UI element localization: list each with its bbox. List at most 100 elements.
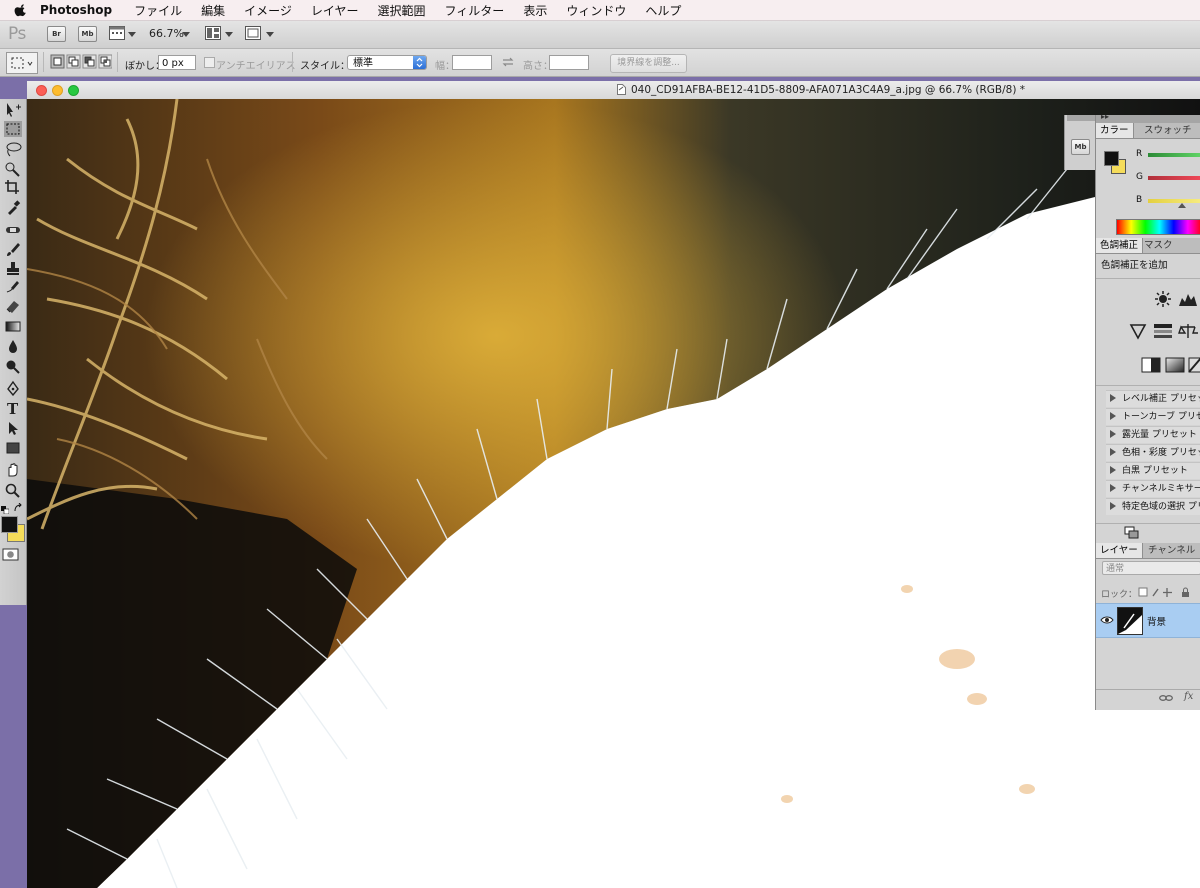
menu-window[interactable]: ウィンドウ <box>566 2 626 19</box>
mini-bridge-panel-button[interactable]: Mb <box>1071 139 1090 155</box>
chevron-down-icon[interactable] <box>182 32 190 37</box>
feather-input[interactable]: 0 px <box>158 55 196 70</box>
preset-levels[interactable]: レベル補正 プリセット <box>1106 390 1200 407</box>
disclosure-triangle-icon <box>1110 448 1116 456</box>
document-title: 040_CD91AFBA-BE12-41D5-8809-AFA071A3C4A9… <box>631 84 1026 96</box>
preset-exposure[interactable]: 露光量 プリセット <box>1106 426 1200 443</box>
marquee-tool-icon[interactable] <box>4 121 22 137</box>
svg-text:T: T <box>7 400 19 416</box>
menu-help[interactable]: ヘルプ <box>645 2 681 19</box>
channel-g-slider[interactable] <box>1148 176 1200 180</box>
screen-mode-toggle-icon[interactable] <box>245 26 261 40</box>
link-layers-icon[interactable] <box>1159 693 1173 703</box>
screen-mode-icon[interactable] <box>109 26 125 40</box>
channel-mixer-icon[interactable] <box>1188 356 1200 374</box>
color-balance-icon[interactable] <box>1178 322 1199 340</box>
disclosure-triangle-icon <box>1110 412 1116 420</box>
preset-black-white[interactable]: 白黒 プリセット <box>1106 462 1200 479</box>
blend-mode-select[interactable]: 通常 <box>1102 561 1200 575</box>
eyedropper-tool-icon[interactable] <box>4 199 22 215</box>
channel-r-slider[interactable] <box>1148 153 1200 157</box>
clip-to-layer-icon[interactable] <box>1124 526 1140 539</box>
rectangle-tool-icon[interactable] <box>4 440 22 456</box>
gradient-tool-icon[interactable] <box>4 318 22 334</box>
menu-edit[interactable]: 編集 <box>201 2 225 19</box>
tab-adjustments[interactable]: 色調補正 <box>1096 238 1144 253</box>
antialias-checkbox[interactable] <box>204 57 215 68</box>
pen-tool-icon[interactable] <box>4 380 22 397</box>
history-brush-tool-icon[interactable] <box>4 279 22 295</box>
layer-effects-icon[interactable]: fx <box>1184 691 1193 702</box>
collapse-icon[interactable]: ▸▸ <box>1101 112 1109 121</box>
blur-tool-icon[interactable] <box>4 338 22 354</box>
preset-curves[interactable]: トーンカーブ プリセット <box>1106 408 1200 425</box>
mini-bridge-button[interactable]: Mb <box>78 26 97 42</box>
clone-stamp-tool-icon[interactable] <box>4 260 22 276</box>
channel-b-slider[interactable] <box>1148 199 1200 203</box>
preset-channel-mixer[interactable]: チャンネルミキサー プリセット <box>1106 480 1200 497</box>
chevron-down-icon[interactable] <box>225 32 233 37</box>
chevron-down-icon[interactable] <box>128 32 136 37</box>
channel-g-label: G <box>1136 172 1143 182</box>
eye-icon[interactable] <box>1100 615 1114 625</box>
right-panel-dock: ▸▸ カラー スウォッチ R G B 色調補正 マスク 色調補正を追加 レベル補… <box>1095 112 1200 710</box>
zoom-window-button[interactable] <box>68 85 79 96</box>
menu-layer[interactable]: レイヤー <box>311 2 359 19</box>
menu-filter[interactable]: フィルター <box>445 2 505 19</box>
crop-tool-icon[interactable] <box>4 179 22 195</box>
swap-icon[interactable] <box>502 57 514 67</box>
style-select[interactable]: 標準 <box>347 55 427 70</box>
menu-file[interactable]: ファイル <box>134 2 182 19</box>
refine-edge-button[interactable]: 境界線を調整... <box>610 54 687 73</box>
hue-saturation-icon[interactable] <box>1153 322 1173 340</box>
path-selection-tool-icon[interactable] <box>4 420 22 436</box>
document-canvas[interactable] <box>27 99 1200 888</box>
preset-hue-saturation[interactable]: 色相・彩度 プリセット <box>1106 444 1200 461</box>
lasso-tool-icon[interactable] <box>4 141 22 157</box>
type-tool-icon[interactable]: T <box>4 400 22 418</box>
add-adjustment-label: 色調補正を追加 <box>1101 260 1168 271</box>
arrange-documents-icon[interactable] <box>205 26 221 40</box>
chevron-down-icon[interactable] <box>266 32 274 37</box>
tab-channels[interactable]: チャンネル <box>1144 543 1199 558</box>
color-panel-fg-swatch[interactable] <box>1104 151 1119 166</box>
menu-image[interactable]: イメージ <box>244 2 292 19</box>
close-window-button[interactable] <box>36 85 47 96</box>
photo-filter-icon[interactable] <box>1165 356 1185 374</box>
menu-select[interactable]: 選択範囲 <box>378 2 426 19</box>
brush-tool-icon[interactable] <box>4 241 22 257</box>
tab-layers[interactable]: レイヤー <box>1096 543 1143 558</box>
vibrance-icon[interactable] <box>1128 322 1148 340</box>
black-white-icon[interactable] <box>1141 356 1161 374</box>
width-input[interactable] <box>452 55 492 70</box>
slider-thumb-icon[interactable] <box>1178 203 1186 208</box>
swap-colors-icon[interactable] <box>13 502 23 513</box>
menu-app-name[interactable]: Photoshop <box>40 3 112 17</box>
bridge-button[interactable]: Br <box>47 26 66 42</box>
eraser-tool-icon[interactable] <box>4 298 22 314</box>
menu-view[interactable]: 表示 <box>523 2 547 19</box>
layer-name[interactable]: 背景 <box>1147 614 1166 628</box>
levels-icon[interactable] <box>1178 290 1198 308</box>
zoom-tool-icon[interactable] <box>4 482 22 498</box>
spot-healing-tool-icon[interactable] <box>4 222 22 238</box>
move-tool-icon[interactable] <box>4 101 22 117</box>
zoom-level[interactable]: 66.7% <box>149 27 184 40</box>
quick-mask-icon[interactable] <box>2 548 22 561</box>
tab-color[interactable]: カラー <box>1096 123 1134 138</box>
apple-logo-icon[interactable] <box>14 3 28 17</box>
hand-tool-icon[interactable] <box>4 461 22 477</box>
color-spectrum-ramp[interactable] <box>1116 219 1200 235</box>
tool-preset-picker[interactable] <box>6 52 38 74</box>
height-input[interactable] <box>549 55 589 70</box>
foreground-color-swatch[interactable] <box>1 516 18 533</box>
dodge-tool-icon[interactable] <box>4 358 22 374</box>
quick-selection-tool-icon[interactable] <box>4 161 22 177</box>
layer-row-background[interactable]: 背景 <box>1096 603 1200 638</box>
brightness-contrast-icon[interactable] <box>1153 290 1173 308</box>
tab-swatches[interactable]: スウォッチ <box>1140 123 1196 138</box>
preset-selective-color[interactable]: 特定色域の選択 プリセット <box>1106 498 1200 515</box>
minimize-window-button[interactable] <box>52 85 63 96</box>
default-colors-icon[interactable] <box>1 504 10 515</box>
tab-masks[interactable]: マスク <box>1140 238 1177 253</box>
